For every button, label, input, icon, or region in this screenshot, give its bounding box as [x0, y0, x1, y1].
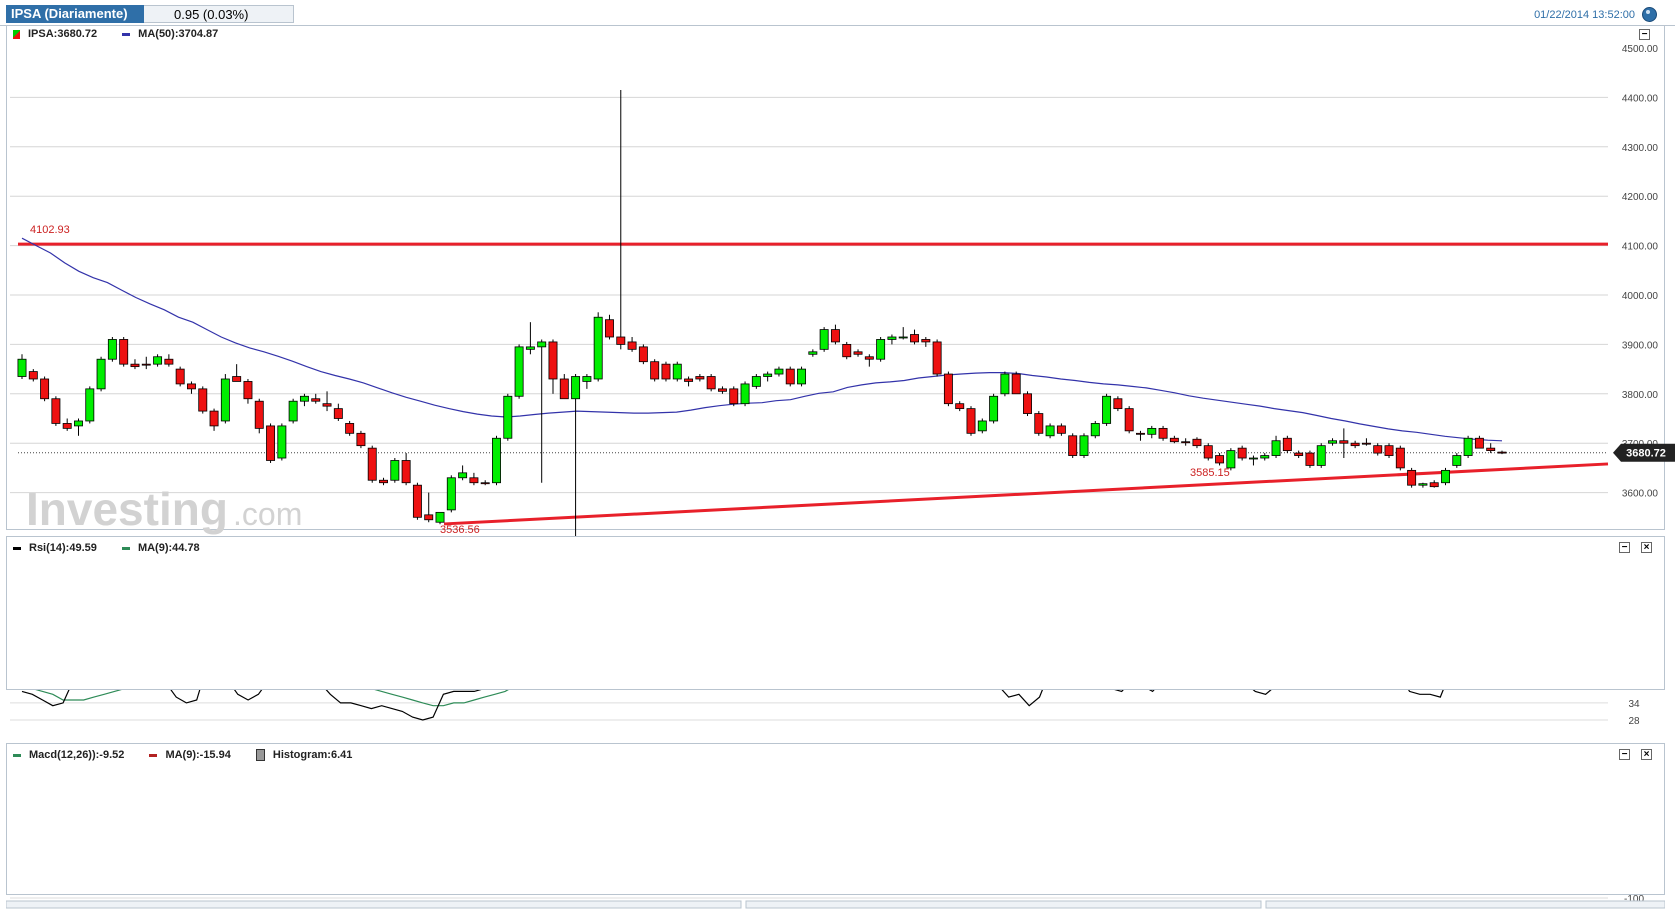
- minimize-button[interactable]: −: [1639, 29, 1650, 40]
- legend-rsi: Rsi(14):49.59: [29, 542, 97, 554]
- header-bar: IPSA (Diariamente) 0.95 (0.03%) 01/22/20…: [0, 0, 1675, 26]
- rsi-tick-label: 34: [1628, 699, 1640, 710]
- legend-macd-ma: MA(9):-15.94: [165, 749, 231, 761]
- legend-price: IPSA:3680.72: [28, 28, 98, 40]
- legend-ma50: MA(50):3704.87: [138, 28, 219, 40]
- macd-close-button[interactable]: ×: [1641, 749, 1652, 760]
- rsi-panel: Rsi(14):49.59 MA(9):44.78 − ×: [6, 536, 1665, 690]
- scroll-tracks: [5, 900, 1666, 909]
- price-panel: IPSA:3680.72 MA(50):3704.87 −: [6, 25, 1665, 530]
- rsi-close-button[interactable]: ×: [1641, 542, 1652, 553]
- rsi-tick-label: 28: [1628, 716, 1640, 727]
- rsi-ma-legend-icon: [121, 546, 130, 550]
- instrument-tab[interactable]: IPSA (Diariamente): [6, 5, 144, 23]
- price-change: 0.95 (0.03%): [144, 5, 294, 23]
- refresh-icon[interactable]: [1642, 7, 1657, 22]
- macd-minimize-button[interactable]: −: [1619, 749, 1630, 760]
- legend-rsi-ma: MA(9):44.78: [137, 542, 200, 554]
- candle-legend-icon: [13, 29, 20, 39]
- bottom-scrollbar[interactable]: [5, 896, 1666, 909]
- rsi-legend: Rsi(14):49.59 MA(9):44.78: [13, 542, 222, 554]
- legend-macd: Macd(12,26)):-9.52: [29, 749, 125, 761]
- macd-legend: Macd(12,26)):-9.52 MA(9):-15.94 Histogra…: [13, 749, 374, 762]
- legend-histogram: Histogram:6.41: [272, 749, 353, 761]
- price-legend: IPSA:3680.72 MA(50):3704.87: [13, 28, 240, 40]
- ma-legend-icon: [122, 32, 131, 36]
- rsi-minimize-button[interactable]: −: [1619, 542, 1630, 553]
- macd-legend-icon: [13, 753, 21, 757]
- rsi-legend-icon: [13, 546, 21, 550]
- macd-ma-legend-icon: [149, 753, 158, 757]
- histogram-legend-icon: [255, 749, 265, 762]
- macd-panel: Macd(12,26)):-9.52 MA(9):-15.94 Histogra…: [6, 743, 1665, 895]
- timestamp: 01/22/2014 13:52:00: [1534, 9, 1635, 21]
